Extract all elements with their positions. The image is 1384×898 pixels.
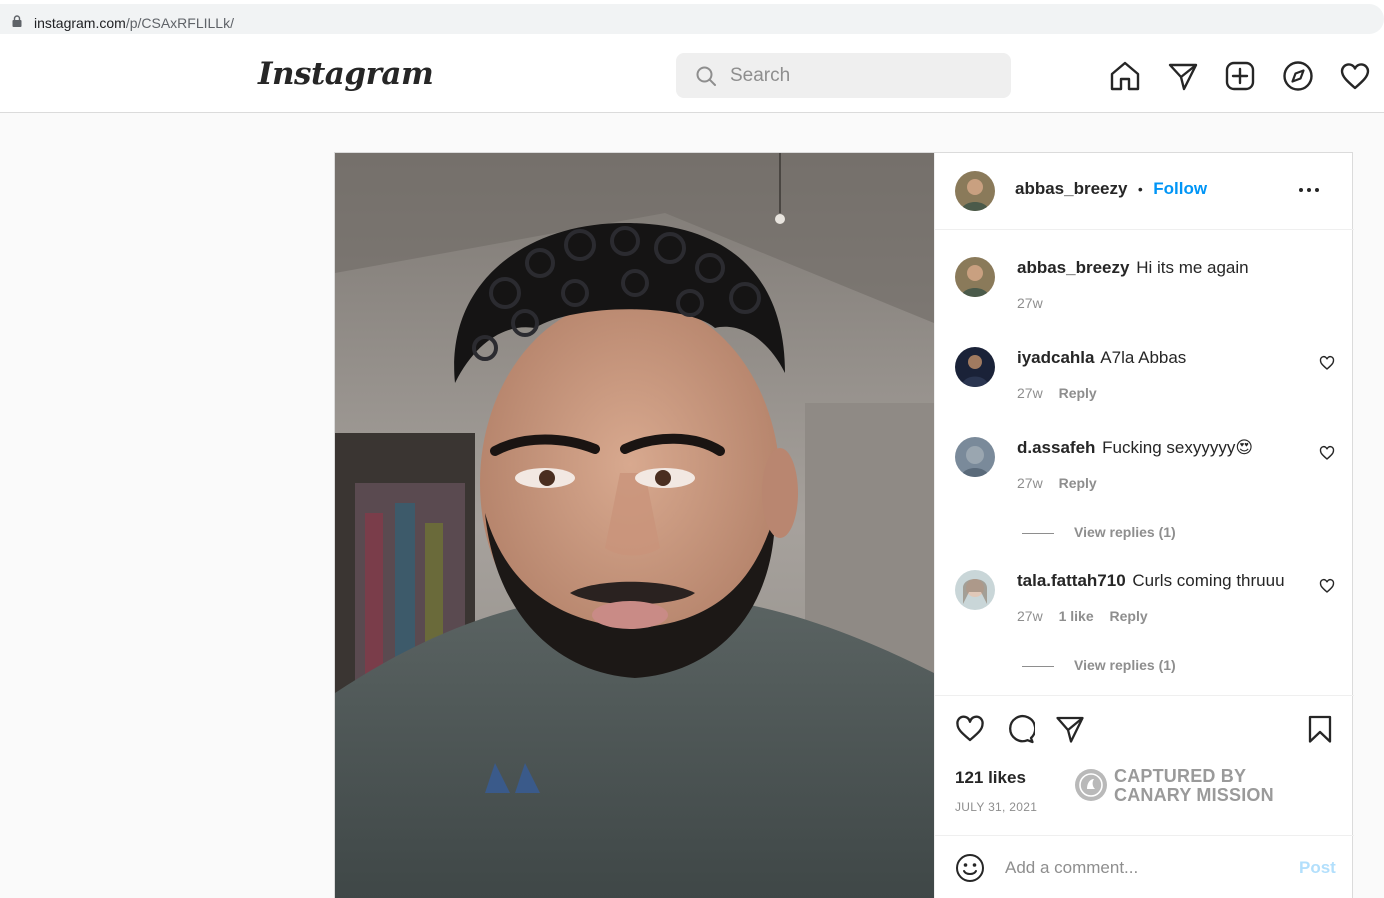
caption-avatar[interactable] — [955, 257, 995, 297]
avatar-image — [955, 347, 995, 387]
comment-like-heart-icon[interactable] — [1319, 578, 1335, 594]
comment-age: 27w — [1017, 385, 1043, 401]
address-field[interactable]: instagram.com/p/CSAxRFLILLk/ — [0, 4, 1384, 34]
comment-age: 27w — [1017, 475, 1043, 491]
separator-dot: • — [1137, 181, 1143, 197]
post-photo[interactable] — [335, 153, 934, 898]
view-replies-button[interactable]: View replies (1) — [1022, 657, 1176, 673]
post-actions: 121 likes JULY 31, 2021 CAPTURED BY CANA… — [935, 695, 1354, 835]
comment-like-heart-icon[interactable] — [1319, 355, 1335, 371]
emoji-smiley-icon[interactable] — [955, 853, 985, 883]
url-text: instagram.com/p/CSAxRFLILLk/ — [34, 15, 234, 31]
explore-icon[interactable] — [1282, 60, 1314, 92]
save-bookmark-icon[interactable] — [1305, 714, 1335, 744]
replies-divider-line — [1022, 665, 1054, 667]
comment-like-count[interactable]: 1 like — [1059, 608, 1094, 624]
caption-meta: 27w — [1017, 295, 1055, 311]
selfie-photo-illustration — [335, 153, 934, 898]
comment-meta: 27w Reply — [1017, 475, 1109, 491]
like-count[interactable]: 121 likes — [955, 768, 1026, 788]
author-username[interactable]: abbas_breezy — [1015, 179, 1127, 198]
caption-body: Hi its me again — [1136, 258, 1249, 277]
browser-url-bar: instagram.com/p/CSAxRFLILLk/ — [0, 0, 1384, 38]
avatar-image — [955, 570, 995, 610]
instagram-header: Instagram — [0, 38, 1384, 113]
search-icon — [696, 66, 716, 86]
lock-icon — [12, 15, 22, 27]
search-input[interactable] — [730, 53, 990, 98]
activity-heart-icon[interactable] — [1339, 60, 1371, 92]
reply-button[interactable]: Reply — [1059, 475, 1097, 491]
avatar-image — [955, 171, 995, 211]
share-icon[interactable] — [1055, 714, 1085, 744]
caption-text: abbas_breezy Hi its me again — [1017, 257, 1317, 279]
comment-input[interactable] — [1005, 850, 1265, 886]
comment-text: d.assafeh Fucking sexyyyyy😍 — [1017, 437, 1317, 459]
heart-eyes-emoji: 😍 — [1235, 438, 1254, 457]
instagram-logo[interactable]: Instagram — [258, 56, 434, 92]
author-line: abbas_breezy • Follow — [1015, 179, 1207, 199]
caption-username[interactable]: abbas_breezy — [1017, 258, 1129, 277]
comment-username[interactable]: tala.fattah710 — [1017, 571, 1126, 590]
watermark-line-2: CANARY MISSION — [1114, 785, 1274, 805]
comment-text: iyadcahla A7la Abbas — [1017, 347, 1317, 369]
post-header: abbas_breezy • Follow — [935, 153, 1354, 230]
comment-like-heart-icon[interactable] — [1319, 445, 1335, 461]
commenter-avatar[interactable] — [955, 347, 995, 387]
post-comment-button[interactable]: Post — [1299, 858, 1336, 878]
url-domain: instagram.com — [34, 15, 126, 31]
like-heart-icon[interactable] — [955, 714, 985, 744]
post-card: abbas_breezy • Follow abbas_breezy Hi it… — [334, 152, 1354, 898]
watermark-line-1: CAPTURED BY — [1114, 766, 1247, 786]
direct-message-icon[interactable] — [1167, 60, 1199, 92]
comment-body: A7la Abbas — [1100, 348, 1187, 367]
replies-divider-line — [1022, 532, 1054, 534]
author-avatar[interactable] — [955, 171, 995, 211]
reply-button[interactable]: Reply — [1059, 385, 1097, 401]
url-path: /p/CSAxRFLILLk/ — [125, 15, 234, 31]
watermark-text: CAPTURED BY CANARY MISSION — [1114, 767, 1274, 805]
reply-button[interactable]: Reply — [1110, 608, 1148, 624]
comment-body: Curls coming thruuu — [1132, 571, 1285, 590]
commenter-avatar[interactable] — [955, 437, 995, 477]
view-replies-label: View replies (1) — [1074, 657, 1176, 673]
home-icon[interactable] — [1109, 60, 1141, 92]
comment-meta: 27w Reply — [1017, 385, 1109, 401]
post-date: JULY 31, 2021 — [955, 800, 1038, 814]
new-post-icon[interactable] — [1224, 60, 1256, 92]
comment-meta: 27w 1 like Reply — [1017, 608, 1160, 624]
view-replies-button[interactable]: View replies (1) — [1022, 524, 1176, 540]
more-options-icon[interactable] — [1297, 178, 1321, 202]
avatar-image — [955, 257, 995, 297]
comment-username[interactable]: iyadcahla — [1017, 348, 1095, 367]
post-sidebar: abbas_breezy • Follow abbas_breezy Hi it… — [934, 153, 1354, 898]
caption-age: 27w — [1017, 295, 1043, 311]
comment-username[interactable]: d.assafeh — [1017, 438, 1095, 457]
commenter-avatar[interactable] — [955, 570, 995, 610]
comment-age: 27w — [1017, 608, 1043, 624]
comment-body: Fucking sexyyyyy — [1102, 438, 1236, 457]
add-comment-bar: Post — [935, 835, 1354, 898]
follow-button[interactable]: Follow — [1153, 179, 1207, 198]
canary-logo-icon — [1075, 769, 1107, 801]
comment-text: tala.fattah710 Curls coming thruuu — [1017, 570, 1317, 592]
avatar-image — [955, 437, 995, 477]
search-box[interactable] — [676, 53, 1011, 98]
canary-mission-watermark: CAPTURED BY CANARY MISSION — [1075, 767, 1285, 807]
view-replies-label: View replies (1) — [1074, 524, 1176, 540]
comment-bubble-icon[interactable] — [1005, 714, 1035, 744]
